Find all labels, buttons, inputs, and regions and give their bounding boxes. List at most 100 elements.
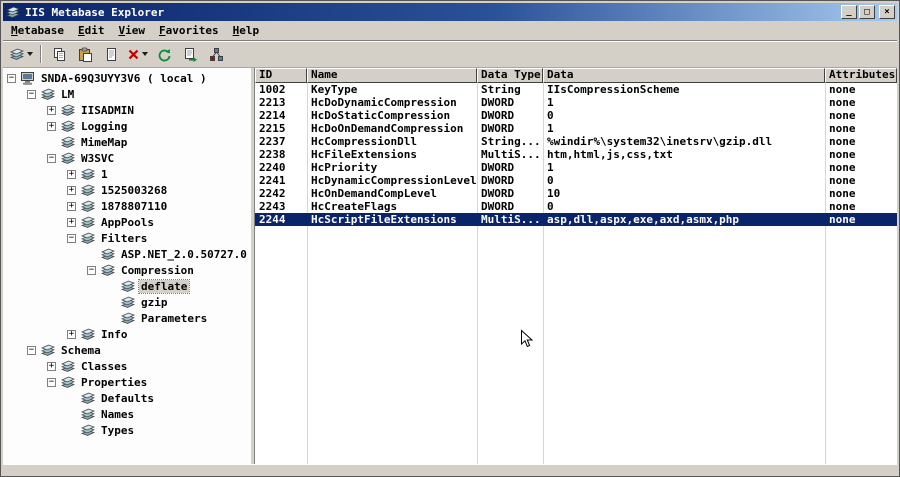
list-view: ID Name Data Type Data Attributes 1002 KeyTyp… <box>255 68 897 464</box>
tree-node-defaults[interactable]: Defaults <box>3 390 251 406</box>
collapse-icon[interactable]: − <box>67 233 76 243</box>
column-header-attributes[interactable]: Attributes <box>825 68 897 83</box>
tree-node-label: Types <box>101 423 135 437</box>
tree-node-schema[interactable]: − Schema <box>3 342 251 358</box>
main-area: − SNDA-69Q3UYY3V6 ( local ) − LM + IISADMIN + L… <box>3 68 897 464</box>
table-row-2243[interactable]: 2243 HcCreateFlags DWORD 0 none <box>255 200 897 213</box>
menu-edit[interactable]: Edit <box>71 22 112 39</box>
tree-node-1525003268[interactable]: +1525003268 <box>3 182 251 198</box>
table-row-2215[interactable]: 2215 HcDoOnDemandCompression DWORD 1 none <box>255 122 897 135</box>
tree-node-lm[interactable]: − LM <box>3 86 251 102</box>
tree-node-info[interactable]: + Info <box>3 326 251 342</box>
table-row-2238[interactable]: 2238 HcFileExtensions MultiS... htm,html,js… <box>255 148 897 161</box>
table-row-2214[interactable]: 2214 HcDoStaticCompression DWORD 0 none <box>255 109 897 122</box>
minimize-button[interactable]: _ <box>841 5 857 19</box>
cell-id: 2243 <box>259 200 286 213</box>
expand-icon[interactable]: + <box>67 169 76 179</box>
keys-icon <box>80 391 96 405</box>
collapse-icon[interactable]: − <box>47 377 56 387</box>
refresh-button[interactable] <box>151 43 177 65</box>
export-button[interactable] <box>177 43 203 65</box>
cell-attributes: none <box>829 109 856 122</box>
expand-icon[interactable]: + <box>47 121 56 131</box>
tree-node-properties[interactable]: − Properties <box>3 374 251 390</box>
tree-node-1878807110[interactable]: +1878807110 <box>3 198 251 214</box>
keys-icon <box>60 359 76 373</box>
cell-data-type: DWORD <box>481 96 515 109</box>
tree-node-snda-69q3uyy3v6-local[interactable]: − SNDA-69Q3UYY3V6 ( local ) <box>3 70 251 86</box>
cell-name: HcDynamicCompressionLevel <box>311 174 477 187</box>
keys-icon <box>80 231 96 245</box>
tree-node-label: MimeMap <box>81 135 128 149</box>
menu-favorites[interactable]: Favorites <box>152 22 226 39</box>
table-row-2242[interactable]: 2242 HcOnDemandCompLevel DWORD 10 none <box>255 187 897 200</box>
menu-help[interactable]: Help <box>226 22 267 39</box>
tree-node-deflate[interactable]: deflate <box>3 278 251 294</box>
connect-button[interactable] <box>203 43 229 65</box>
tree-node-mimemap[interactable]: MimeMap <box>3 134 251 150</box>
tree-node-compression[interactable]: − Compression <box>3 262 251 278</box>
expand-icon[interactable]: + <box>67 217 76 227</box>
table-row-2237[interactable]: 2237 HcCompressionDll String... %windir%\sy… <box>255 135 897 148</box>
delete-button[interactable] <box>124 43 151 65</box>
tree-node-types[interactable]: Types <box>3 422 251 438</box>
table-row-2240[interactable]: 2240 HcPriority DWORD 1 none <box>255 161 897 174</box>
properties-button[interactable] <box>98 43 124 65</box>
cell-id: 2241 <box>259 174 286 187</box>
expand-icon[interactable]: + <box>67 201 76 211</box>
menu-view[interactable]: View <box>111 22 152 39</box>
expand-icon[interactable]: + <box>47 105 56 115</box>
title-bar[interactable]: IIS Metabase Explorer _ □ × <box>3 3 897 21</box>
cell-data-type: String <box>481 83 521 96</box>
collapse-icon[interactable]: − <box>27 89 36 99</box>
table-row-2213[interactable]: 2213 HcDoDynamicCompression DWORD 1 none <box>255 96 897 109</box>
keys-icon <box>40 87 56 101</box>
cell-id: 2213 <box>259 96 286 109</box>
tree-node-label: 1878807110 <box>101 199 168 213</box>
keys-icon <box>100 263 116 277</box>
tree-node-logging[interactable]: + Logging <box>3 118 251 134</box>
tree-node-asp-net-2-0-50727-0[interactable]: ASP.NET_2.0.50727.0 <box>3 246 251 262</box>
list-body: 1002 KeyType String IIsCompressionScheme non… <box>255 83 897 464</box>
paste-button[interactable] <box>72 43 98 65</box>
tree-node-iisadmin[interactable]: + IISADMIN <box>3 102 251 118</box>
table-row-1002[interactable]: 1002 KeyType String IIsCompressionScheme non… <box>255 83 897 96</box>
maximize-button[interactable]: □ <box>859 5 875 19</box>
cell-attributes: none <box>829 200 856 213</box>
keys-icon <box>80 199 96 213</box>
tree-node-classes[interactable]: + Classes <box>3 358 251 374</box>
tree-node-parameters[interactable]: Parameters <box>3 310 251 326</box>
tree-node-label: ASP.NET_2.0.50727.0 <box>121 247 247 261</box>
table-row-2244[interactable]: 2244 HcScriptFileExtensions MultiS... asp,d… <box>255 213 897 226</box>
column-header-id[interactable]: ID <box>255 68 307 83</box>
tree-node-filters[interactable]: − Filters <box>3 230 251 246</box>
tree-node-1[interactable]: +1 <box>3 166 251 182</box>
column-header-data[interactable]: Data <box>543 68 825 83</box>
keys-icon <box>40 343 56 357</box>
cell-attributes: none <box>829 83 856 96</box>
cell-name: HcDoStaticCompression <box>311 109 451 122</box>
collapse-icon[interactable]: − <box>27 345 36 355</box>
expand-icon[interactable]: + <box>67 185 76 195</box>
tree-node-w3svc[interactable]: − W3SVC <box>3 150 251 166</box>
cell-data-type: DWORD <box>481 200 515 213</box>
collapse-icon[interactable]: − <box>47 153 56 163</box>
cell-id: 2214 <box>259 109 286 122</box>
tree-node-label: Logging <box>81 119 128 133</box>
close-button[interactable]: × <box>879 5 895 19</box>
collapse-icon[interactable]: − <box>87 265 96 275</box>
expand-icon[interactable]: + <box>67 329 76 339</box>
collapse-icon[interactable]: − <box>7 73 16 83</box>
keys-icon <box>80 215 96 229</box>
table-row-2241[interactable]: 2241 HcDynamicCompressionLevel DWORD 0 none <box>255 174 897 187</box>
tree-node-names[interactable]: Names <box>3 406 251 422</box>
menu-metabase[interactable]: Metabase <box>4 22 71 39</box>
tree-node-gzip[interactable]: gzip <box>3 294 251 310</box>
new-key-button[interactable] <box>6 43 36 65</box>
column-header-data-type[interactable]: Data Type <box>477 68 543 83</box>
tree-node-apppools[interactable]: + AppPools <box>3 214 251 230</box>
expand-icon[interactable]: + <box>47 361 56 371</box>
copy-button[interactable] <box>46 43 72 65</box>
cell-data-type: DWORD <box>481 122 515 135</box>
column-header-name[interactable]: Name <box>307 68 477 83</box>
